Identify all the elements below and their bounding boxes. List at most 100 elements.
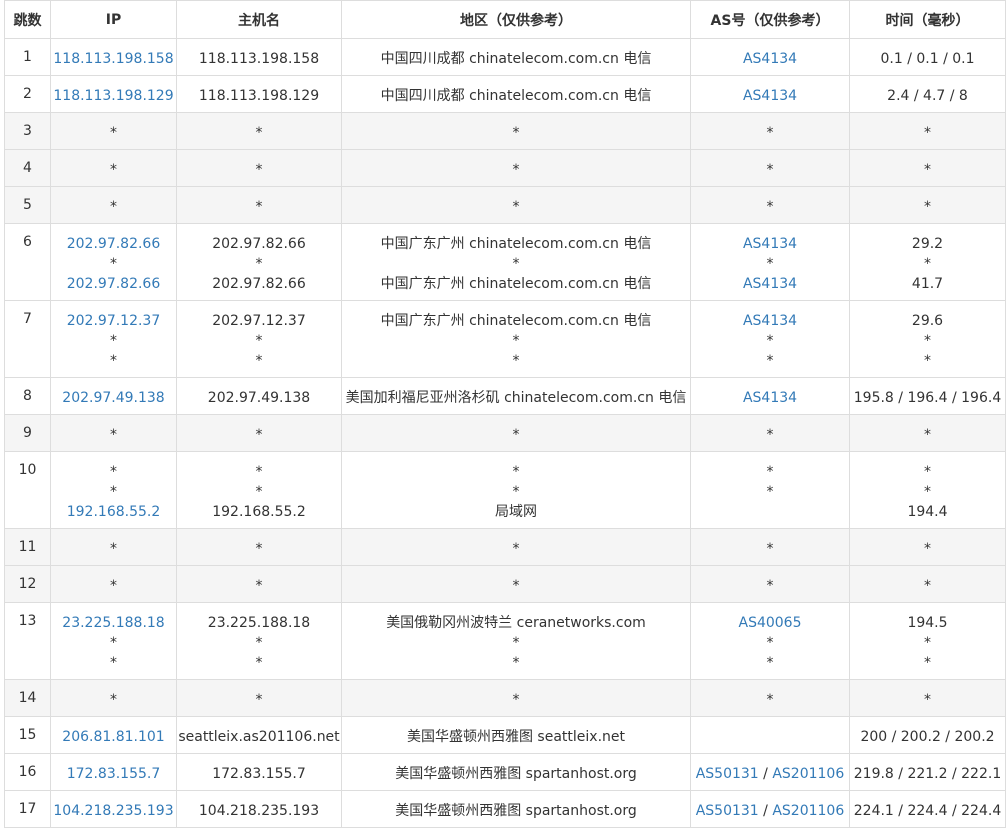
- cell-host: 202.97.12.37 * *: [176, 300, 342, 378]
- cell-time: 29.2 * 41.7: [849, 223, 1006, 301]
- host-value: 202.97.49.138: [207, 390, 311, 406]
- cell-as: *: [690, 149, 850, 187]
- ip-link[interactable]: 202.97.82.66: [51, 234, 176, 254]
- cell-ip: *: [50, 186, 177, 224]
- cell-time: 29.6 * *: [849, 300, 1006, 378]
- ip-link[interactable]: 202.97.49.138: [51, 388, 176, 408]
- as-link[interactable]: AS4134: [743, 51, 797, 67]
- as-value: *: [766, 256, 774, 272]
- ip-value: *: [110, 541, 117, 557]
- hop-number: 2: [4, 75, 51, 113]
- cell-ip: *: [50, 414, 177, 452]
- table-row: 5 * * * * *: [4, 186, 1006, 224]
- as-link[interactable]: AS40065: [739, 615, 802, 631]
- ip-link[interactable]: 118.113.198.129: [51, 86, 176, 106]
- as-link[interactable]: AS4134: [743, 390, 797, 406]
- as-link[interactable]: AS4134: [743, 236, 797, 252]
- host-value: *: [255, 578, 263, 594]
- as-link[interactable]: AS50131: [696, 803, 759, 819]
- as-link[interactable]: AS4134: [743, 276, 797, 292]
- cell-time: 219.8 / 221.2 / 222.1: [849, 753, 1006, 791]
- cell-region: *: [341, 186, 691, 224]
- cell-ip: 202.97.82.66 * 202.97.82.66: [50, 223, 177, 301]
- as-link[interactable]: AS201106: [772, 766, 844, 782]
- ip-link[interactable]: 104.218.235.193: [51, 801, 176, 821]
- host-value: *: [255, 256, 263, 272]
- table-header-row: 跳数 IP 主机名 地区（仅供参考） AS号（仅供参考） 时间（毫秒）: [4, 0, 1006, 39]
- cell-region: 美国华盛顿州西雅图 spartanhost.org: [341, 790, 691, 828]
- cell-time: 200 / 200.2 / 200.2: [849, 716, 1006, 754]
- cell-as: *: [690, 112, 850, 150]
- as-value: *: [766, 635, 774, 651]
- time-value: 195.8 / 196.4 / 196.4: [853, 390, 1002, 406]
- region-value: *: [512, 578, 520, 594]
- cell-host: *: [176, 565, 342, 603]
- host-value: *: [255, 125, 263, 141]
- header-ip: IP: [50, 0, 177, 39]
- time-value: 219.8 / 221.2 / 222.1: [853, 766, 1002, 782]
- ip-link[interactable]: 206.81.81.101: [51, 727, 176, 747]
- time-value: 29.6: [911, 313, 944, 329]
- as-line: *: [691, 690, 849, 710]
- table-row: 6 202.97.82.66 * 202.97.82.66 202.97.82.66 * 2…: [4, 223, 1006, 301]
- hop-number: 16: [4, 753, 51, 791]
- hop-number: 9: [4, 414, 51, 452]
- ip-link[interactable]: 192.168.55.2: [51, 502, 176, 522]
- table-row: 17 104.218.235.193 104.218.235.193 美国华盛顿州西雅…: [4, 790, 1006, 828]
- as-link[interactable]: AS4134: [743, 313, 797, 329]
- as-link[interactable]: AS50131: [696, 766, 759, 782]
- cell-as: AS50131 / AS201106: [690, 790, 850, 828]
- host-value: *: [255, 333, 263, 349]
- as-link[interactable]: AS201106: [772, 803, 844, 819]
- as-line: AS4134: [691, 86, 849, 106]
- ip-value: *: [110, 464, 117, 480]
- cell-ip: 118.113.198.158: [50, 38, 177, 76]
- cell-ip: *: [50, 528, 177, 566]
- as-line: *: [691, 331, 849, 351]
- cell-ip: *: [50, 149, 177, 187]
- as-value: *: [766, 464, 774, 480]
- cell-time: 194.5 * *: [849, 602, 1006, 680]
- as-line: *: [691, 254, 849, 274]
- cell-ip: 104.218.235.193: [50, 790, 177, 828]
- host-value: 23.225.188.18: [207, 615, 311, 631]
- cell-region: 美国华盛顿州西雅图 seattleix.net: [341, 716, 691, 754]
- cell-region: 中国四川成都 chinatelecom.com.cn 电信: [341, 75, 691, 113]
- table-row: 4 * * * * *: [4, 149, 1006, 187]
- as-line: *: [691, 633, 849, 653]
- table-row: 8 202.97.49.138 202.97.49.138 美国加利福尼亚州洛杉矶 c…: [4, 377, 1006, 415]
- cell-host: 23.225.188.18 * *: [176, 602, 342, 680]
- cell-as: * *: [690, 451, 850, 529]
- ip-link[interactable]: 202.97.12.37: [51, 311, 176, 331]
- ip-value: *: [110, 353, 117, 369]
- time-value: 224.1 / 224.4 / 224.4: [853, 803, 1002, 819]
- cell-ip: 202.97.49.138: [50, 377, 177, 415]
- ip-link[interactable]: 202.97.82.66: [51, 274, 176, 294]
- host-value: 118.113.198.129: [198, 88, 320, 104]
- ip-link[interactable]: 23.225.188.18: [51, 613, 176, 633]
- time-value: 194.5: [907, 615, 948, 631]
- cell-ip: 23.225.188.18 * *: [50, 602, 177, 680]
- cell-region: 中国四川成都 chinatelecom.com.cn 电信: [341, 38, 691, 76]
- as-link[interactable]: AS4134: [743, 88, 797, 104]
- cell-as: AS4134: [690, 377, 850, 415]
- cell-host: 118.113.198.158: [176, 38, 342, 76]
- as-value: *: [766, 199, 774, 215]
- time-value: *: [924, 578, 931, 594]
- ip-link[interactable]: 118.113.198.158: [51, 49, 176, 69]
- cell-region: *: [341, 149, 691, 187]
- ip-link[interactable]: 172.83.155.7: [51, 764, 176, 784]
- as-line: [691, 502, 849, 522]
- as-line: *: [691, 539, 849, 559]
- ip-value: *: [110, 484, 117, 500]
- cell-ip: *: [50, 565, 177, 603]
- as-line: *: [691, 462, 849, 482]
- cell-as: *: [690, 186, 850, 224]
- as-line: *: [691, 197, 849, 217]
- region-value: *: [512, 655, 520, 671]
- time-value: 200 / 200.2 / 200.2: [860, 729, 995, 745]
- time-value: *: [924, 427, 931, 443]
- time-value: 2.4 / 4.7 / 8: [887, 88, 968, 104]
- cell-ip: *: [50, 679, 177, 717]
- as-separator: /: [758, 803, 773, 819]
